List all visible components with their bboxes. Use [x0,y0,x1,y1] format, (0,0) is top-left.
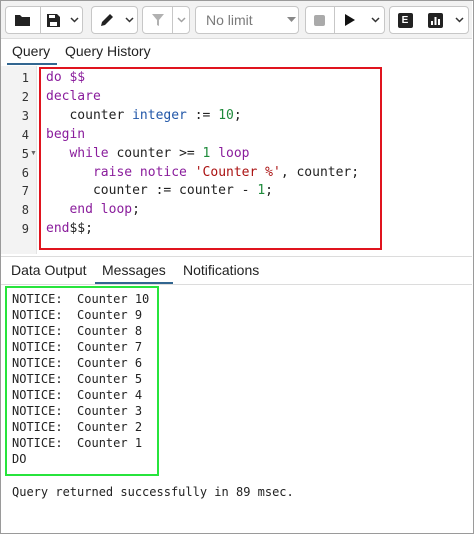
explain-analyze-button[interactable] [420,7,450,33]
line-number: 6 [21,165,29,180]
filter-options-dropdown[interactable] [173,7,189,33]
pencil-icon [100,14,113,26]
active-tab-indicator [7,63,57,65]
line-number: 2 [21,89,29,104]
tab-query-history[interactable]: Query History [65,43,151,59]
chevron-down-icon [177,17,186,23]
execute-options-dropdown[interactable] [366,7,384,33]
play-icon [345,14,356,26]
chevron-down-icon [371,17,380,23]
tab-data-output[interactable]: Data Output [11,262,87,278]
active-tab-indicator [95,282,173,284]
explain-options-dropdown[interactable] [450,7,468,33]
filter-button[interactable] [143,7,172,33]
filter-icon [151,14,164,26]
line-number: 3 [21,108,29,123]
save-button[interactable] [41,7,67,33]
bar-chart-icon [427,12,443,28]
code-highlight-box [39,67,382,250]
line-number: 4 [21,127,29,142]
tab-messages[interactable]: Messages [102,262,166,278]
chevron-down-icon [125,17,134,23]
output-highlight-box [5,286,159,476]
tab-query[interactable]: Query [12,43,50,59]
execute-button-group [305,6,385,34]
stop-icon [314,14,326,26]
save-options-dropdown[interactable] [66,7,82,33]
tab-notifications[interactable]: Notifications [183,262,259,278]
edit-options-dropdown[interactable] [121,7,137,33]
chevron-down-icon [454,17,464,23]
line-number: 5 [21,146,29,161]
execute-button[interactable] [335,7,367,33]
output-tabs: Data Output Messages Notifications [1,257,472,285]
line-number: 8 [21,203,29,218]
filter-button-group [142,6,190,34]
explain-button[interactable]: E [390,7,420,33]
file-button-group [5,6,83,34]
open-file-button[interactable] [6,7,40,33]
line-number-gutter: 1 2 3 4 5 6 7 8 9 ▼ [1,66,37,254]
explain-icon: E [397,12,413,28]
chevron-down-icon [70,17,79,23]
query-tabs: Query Query History [1,40,472,66]
edit-button-group [91,6,138,34]
row-limit-select[interactable]: No limit [195,6,299,34]
stop-button[interactable] [306,7,334,33]
edit-button[interactable] [92,7,121,33]
save-icon [46,13,60,27]
line-number: 7 [21,184,29,199]
line-number: 1 [21,71,29,85]
status-message: Query returned successfully in 89 msec. [12,485,294,499]
line-number: 9 [21,222,29,237]
folder-icon [15,15,31,26]
row-limit-value: No limit [206,12,253,28]
caret-down-icon [286,17,296,22]
explain-button-group: E [389,6,469,34]
toolbar: No limit E [1,1,472,39]
fold-toggle-icon[interactable]: ▼ [30,150,37,157]
row-limit-dropdown[interactable] [284,7,298,33]
